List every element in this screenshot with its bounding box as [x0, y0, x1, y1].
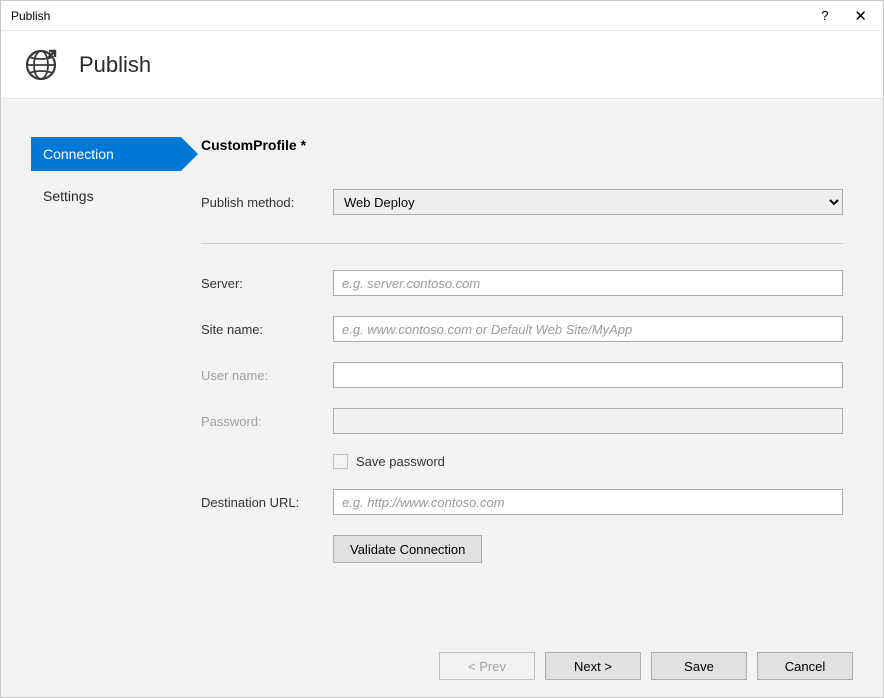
- save-password-label: Save password: [356, 454, 445, 469]
- save-password-checkbox[interactable]: [333, 454, 348, 469]
- cancel-button[interactable]: Cancel: [757, 652, 853, 680]
- window-title: Publish: [11, 9, 50, 23]
- password-row: Password:: [201, 408, 843, 434]
- sitename-row: Site name:: [201, 316, 843, 342]
- username-label: User name:: [201, 368, 333, 383]
- username-row: User name:: [201, 362, 843, 388]
- server-label: Server:: [201, 276, 333, 291]
- username-input[interactable]: [333, 362, 843, 388]
- publish-globe-icon: [23, 47, 59, 83]
- publish-method-label: Publish method:: [201, 195, 333, 210]
- dialog-footer: < Prev Next > Save Cancel: [1, 635, 883, 697]
- sidebar-item-label: Settings: [43, 188, 94, 204]
- publish-method-row: Publish method: Web Deploy: [201, 189, 843, 215]
- help-button[interactable]: ?: [821, 8, 828, 23]
- sitename-input[interactable]: [333, 316, 843, 342]
- titlebar-controls: ? ✕: [821, 7, 871, 25]
- validate-row: Validate Connection: [333, 535, 843, 563]
- profile-name: CustomProfile *: [201, 137, 843, 153]
- desturl-row: Destination URL:: [201, 489, 843, 515]
- prev-button[interactable]: < Prev: [439, 652, 535, 680]
- dialog-header: Publish: [1, 31, 883, 99]
- desturl-label: Destination URL:: [201, 495, 333, 510]
- window-titlebar: Publish ? ✕: [1, 1, 883, 31]
- section-divider: [201, 243, 843, 244]
- save-button[interactable]: Save: [651, 652, 747, 680]
- wizard-main-panel: CustomProfile * Publish method: Web Depl…: [201, 99, 883, 635]
- publish-method-select[interactable]: Web Deploy: [333, 189, 843, 215]
- dialog-title: Publish: [79, 52, 151, 78]
- password-label: Password:: [201, 414, 333, 429]
- close-button[interactable]: ✕: [850, 7, 871, 25]
- validate-connection-button[interactable]: Validate Connection: [333, 535, 482, 563]
- save-password-row: Save password: [333, 454, 843, 469]
- desturl-input[interactable]: [333, 489, 843, 515]
- sidebar-item-settings[interactable]: Settings: [31, 179, 201, 213]
- server-row: Server:: [201, 270, 843, 296]
- server-input[interactable]: [333, 270, 843, 296]
- sitename-label: Site name:: [201, 322, 333, 337]
- wizard-sidebar: Connection Settings: [1, 99, 201, 635]
- sidebar-item-connection[interactable]: Connection: [31, 137, 181, 171]
- next-button[interactable]: Next >: [545, 652, 641, 680]
- dialog-body: Connection Settings CustomProfile * Publ…: [1, 99, 883, 635]
- password-input[interactable]: [333, 408, 843, 434]
- sidebar-item-label: Connection: [43, 146, 114, 162]
